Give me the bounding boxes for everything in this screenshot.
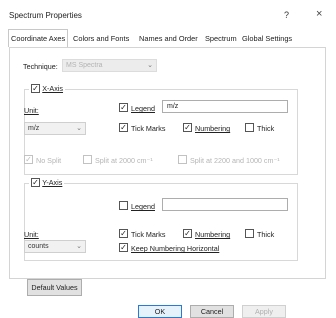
no-split-label: No Split	[36, 156, 62, 165]
y-axis-label: Y-Axis	[42, 178, 63, 188]
tab-names-and-order[interactable]: Names and Order	[139, 31, 198, 47]
y-thick-label: Thick	[257, 230, 275, 239]
y-axis-group: ✓ Y-Axis Legend Unit: counts ⌄ ✓ Tick Ma…	[24, 178, 298, 261]
technique-select: MS Spectra ⌄	[62, 59, 157, 72]
x-thick-label: Thick	[257, 124, 275, 133]
y-unit-select[interactable]: counts ⌄	[24, 240, 86, 253]
split-2000-checkbox	[83, 155, 92, 164]
keep-horizontal-label: Keep Numbering Horizontal	[131, 244, 220, 253]
x-numbering-label: Numbering	[195, 124, 231, 133]
chevron-down-icon: ⌄	[76, 243, 82, 250]
tab-colors-and-fonts[interactable]: Colors and Fonts	[73, 31, 129, 47]
x-tick-marks-label: Tick Marks	[131, 124, 166, 133]
x-axis-checkbox[interactable]: ✓	[31, 84, 40, 94]
x-axis-label: X-Axis	[42, 84, 64, 94]
y-unit-label: Unit:	[24, 230, 39, 239]
y-tick-marks-checkbox[interactable]: ✓	[119, 229, 128, 238]
tab-coordinate-axes[interactable]: Coordinate Axes	[8, 29, 69, 47]
chevron-down-icon: ⌄	[76, 125, 82, 132]
x-unit-value: m/z	[28, 125, 40, 132]
y-thick-checkbox[interactable]	[245, 229, 254, 238]
x-thick-checkbox[interactable]	[245, 123, 254, 132]
cancel-button[interactable]: Cancel	[190, 305, 234, 318]
tab-spectrum[interactable]: Spectrum	[205, 31, 237, 47]
split-2000-label: Split at 2000 cm⁻¹	[95, 156, 153, 165]
y-legend-label: Legend	[131, 202, 155, 211]
no-split-checkbox: ✓	[24, 155, 33, 164]
x-legend-input[interactable]: m/z	[162, 100, 288, 113]
y-unit-value: counts	[28, 243, 49, 250]
x-axis-group: ✓ X-Axis Unit: m/z ⌄ ✓ Legend m/z ✓ Tick…	[24, 84, 298, 175]
keep-horizontal-checkbox[interactable]: ✓	[119, 243, 128, 252]
y-legend-checkbox[interactable]	[119, 201, 128, 210]
close-button[interactable]: ×	[316, 8, 322, 20]
x-legend-label: Legend	[131, 104, 155, 113]
ok-button[interactable]: OK	[138, 305, 182, 318]
apply-button[interactable]: Apply	[242, 305, 286, 318]
technique-label: Technique:	[23, 62, 58, 71]
help-button[interactable]: ?	[284, 10, 289, 20]
tab-panel: Technique: MS Spectra ⌄ ✓ X-Axis Unit: m…	[9, 47, 326, 279]
y-numbering-label: Numbering	[195, 230, 231, 239]
y-tick-marks-label: Tick Marks	[131, 230, 166, 239]
tab-strip: Coordinate Axes Colors and Fonts Names a…	[8, 29, 326, 47]
y-axis-header: ✓ Y-Axis	[29, 178, 65, 188]
split-2200-checkbox	[178, 155, 187, 164]
y-axis-checkbox[interactable]: ✓	[31, 178, 40, 188]
y-numbering-checkbox[interactable]: ✓	[183, 229, 192, 238]
y-legend-input[interactable]	[162, 198, 288, 211]
x-unit-label: Unit:	[24, 106, 39, 115]
window-title: Spectrum Properties	[9, 11, 82, 20]
x-legend-checkbox[interactable]: ✓	[119, 103, 128, 112]
x-tick-marks-checkbox[interactable]: ✓	[119, 123, 128, 132]
technique-value: MS Spectra	[66, 62, 103, 69]
chevron-down-icon: ⌄	[147, 62, 153, 69]
x-axis-header: ✓ X-Axis	[29, 84, 66, 94]
x-numbering-checkbox[interactable]: ✓	[183, 123, 192, 132]
tab-global-settings[interactable]: Global Settings	[242, 31, 292, 47]
default-values-button[interactable]: Default Values	[27, 279, 82, 296]
x-unit-select[interactable]: m/z ⌄	[24, 122, 86, 135]
split-2200-label: Split at 2200 and 1000 cm⁻¹	[190, 156, 280, 165]
